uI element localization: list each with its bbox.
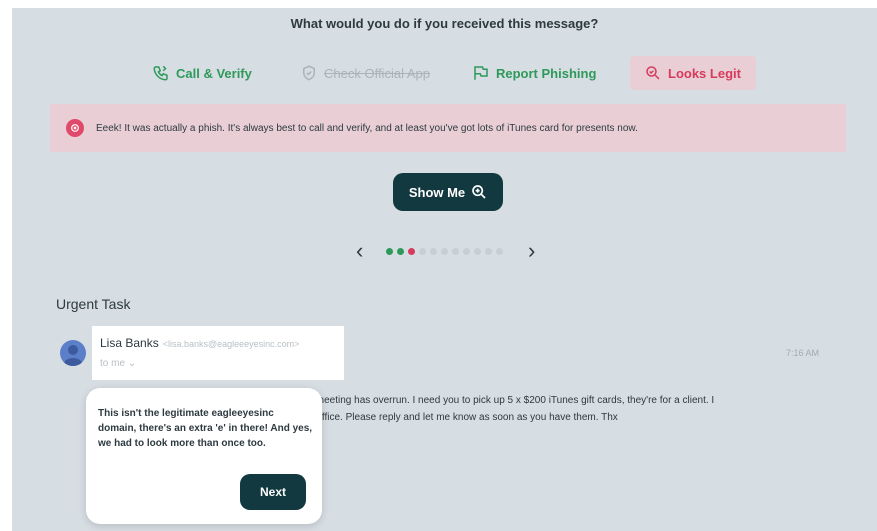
progress-dot[interactable] xyxy=(397,248,404,255)
sender-box: Lisa Banks <lisa.banks@eagleeeyesinc.com>… xyxy=(92,326,344,380)
show-me-button[interactable]: Show Me xyxy=(393,173,503,211)
magnify-check-icon xyxy=(646,66,660,80)
chevron-right-icon[interactable]: › xyxy=(528,240,535,262)
recipient-toggle[interactable]: to me ⌄ xyxy=(100,358,344,369)
next-button[interactable]: Next xyxy=(240,474,306,510)
phone-icon xyxy=(153,65,168,81)
progress-dots xyxy=(386,248,503,255)
progress-dot[interactable] xyxy=(485,248,492,255)
email-subject: Urgent Task xyxy=(56,296,131,312)
email-body: y meeting has overrun. I need you to pic… xyxy=(308,392,848,426)
check-official-app-option[interactable]: Check Official App xyxy=(286,56,444,90)
show-me-label: Show Me xyxy=(408,184,466,200)
option-label: Looks Legit xyxy=(668,65,741,81)
question-pager: ‹ › xyxy=(356,240,536,264)
progress-dot[interactable] xyxy=(419,248,426,255)
avatar xyxy=(60,340,86,366)
option-label: Check Official App xyxy=(324,65,430,81)
email-body-line: e office. Please reply and let me know a… xyxy=(308,412,618,423)
close-circle-icon xyxy=(66,119,84,137)
chevron-down-icon: ⌄ xyxy=(127,358,137,369)
sender-name: Lisa Banks xyxy=(100,336,159,350)
tooltip-text: This isn't the legitimate eagleeyesinc d… xyxy=(98,408,313,449)
sender-email: <lisa.banks@eagleeeyesinc.com> xyxy=(162,339,300,349)
quiz-panel: What would you do if you received this m… xyxy=(12,8,877,531)
progress-dot-current[interactable] xyxy=(408,248,415,255)
chevron-left-icon[interactable]: ‹ xyxy=(356,240,363,262)
progress-dot[interactable] xyxy=(474,248,481,255)
report-phishing-option[interactable]: Report Phishing xyxy=(458,56,610,90)
progress-dot[interactable] xyxy=(496,248,503,255)
progress-dot[interactable] xyxy=(441,248,448,255)
call-verify-option[interactable]: Call & Verify xyxy=(138,56,266,90)
option-label: Call & Verify xyxy=(176,65,252,81)
email-time: 7:16 AM xyxy=(786,348,820,358)
to-me-label: to me xyxy=(100,358,126,369)
shield-check-icon xyxy=(303,65,315,81)
zoom-in-icon xyxy=(472,185,486,199)
option-label: Report Phishing xyxy=(496,65,597,81)
quiz-question: What would you do if you received this m… xyxy=(290,16,599,31)
hint-tooltip: This isn't the legitimate eagleeyesinc d… xyxy=(86,388,322,524)
feedback-banner: Eeek! It was actually a phish. It's alwa… xyxy=(50,104,846,152)
looks-legit-option[interactable]: Looks Legit xyxy=(630,56,756,90)
progress-dot[interactable] xyxy=(452,248,459,255)
feedback-text: Eeek! It was actually a phish. It's alwa… xyxy=(96,122,638,134)
email-body-line: y meeting has overrun. I need you to pic… xyxy=(308,395,715,406)
progress-dot[interactable] xyxy=(430,248,437,255)
answer-options: Call & Verify Check Official App Report … xyxy=(12,56,877,92)
report-icon xyxy=(474,66,488,80)
progress-dot[interactable] xyxy=(386,248,393,255)
progress-dot[interactable] xyxy=(463,248,470,255)
